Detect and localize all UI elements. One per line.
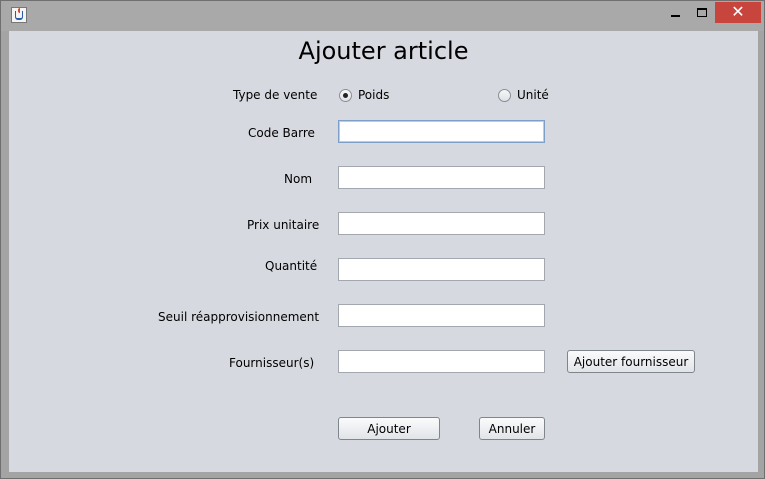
minimize-icon[interactable]: [661, 4, 689, 24]
java-cup-icon: [11, 7, 27, 23]
unit-price-input[interactable]: [338, 212, 545, 235]
add-supplier-button[interactable]: Ajouter fournisseur: [567, 350, 695, 373]
radio-unite-label: Unité: [517, 88, 549, 102]
form-panel: Ajouter article Type de vente Poids Unit…: [9, 31, 758, 472]
radio-poids[interactable]: Poids: [339, 88, 389, 102]
suppliers-label: Fournisseur(s): [229, 356, 315, 370]
name-label: Nom: [284, 172, 313, 186]
reorder-threshold-input[interactable]: [338, 304, 545, 327]
barcode-input[interactable]: [338, 120, 545, 143]
cancel-button[interactable]: Annuler: [479, 417, 545, 440]
suppliers-input[interactable]: [338, 350, 545, 373]
radio-unite[interactable]: Unité: [498, 88, 549, 102]
title-bar[interactable]: ✕: [1, 1, 764, 31]
radio-unite-indicator[interactable]: [498, 88, 511, 102]
app-window: ✕ Ajouter article Type de vente Poids Un…: [0, 0, 765, 479]
unit-price-label: Prix unitaire: [247, 218, 320, 232]
close-icon[interactable]: ✕: [715, 2, 761, 23]
add-button[interactable]: Ajouter: [338, 417, 440, 440]
maximize-icon[interactable]: [689, 4, 715, 24]
page-title: Ajouter article: [298, 37, 469, 65]
quantity-label: Quantité: [265, 259, 318, 273]
radio-poids-indicator[interactable]: [339, 88, 352, 102]
sale-type-label: Type de vente: [233, 88, 318, 102]
name-input[interactable]: [338, 166, 545, 189]
reorder-threshold-label: Seuil réapprovisionnement: [158, 310, 320, 324]
barcode-label: Code Barre: [248, 126, 315, 140]
radio-poids-label: Poids: [358, 88, 390, 102]
quantity-input[interactable]: [338, 258, 545, 281]
